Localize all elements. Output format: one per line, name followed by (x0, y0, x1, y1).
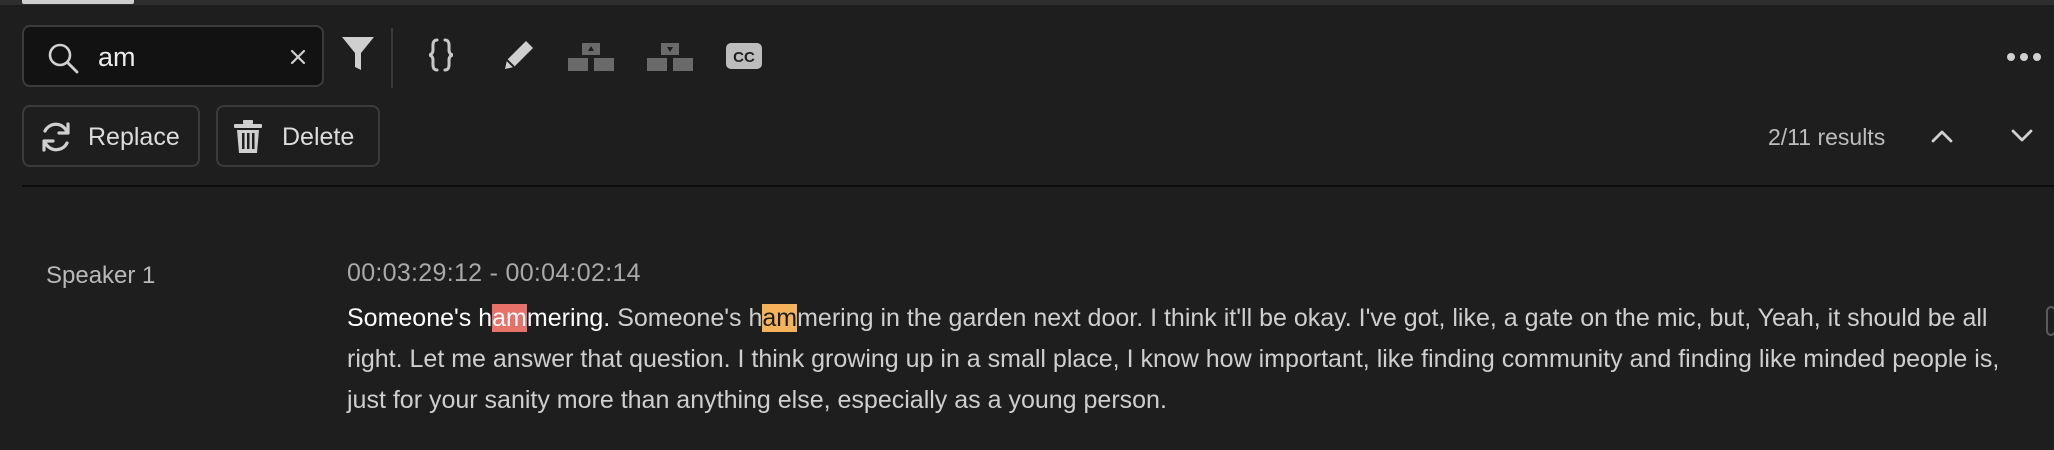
active-word-segment: Someone's hammering. (347, 304, 611, 332)
refresh-icon (42, 122, 70, 152)
previous-result-icon[interactable] (1930, 128, 1954, 144)
delete-button[interactable]: Delete (216, 105, 380, 167)
scrollbar-thumb[interactable] (2046, 306, 2054, 336)
more-options-icon[interactable] (2006, 52, 2042, 62)
results-count: 2/11 results (1768, 124, 1886, 150)
match-highlight: am (762, 304, 798, 332)
transcript-text[interactable]: Someone's hammering. Someone's hammering… (347, 298, 2027, 421)
replace-button-label: Replace (88, 123, 180, 151)
search-input[interactable] (96, 37, 280, 77)
pencil-icon[interactable] (502, 38, 536, 72)
filter-icon[interactable] (340, 34, 376, 74)
speaker-label[interactable]: Speaker 1 (46, 262, 155, 290)
search-box[interactable] (22, 25, 324, 87)
current-match-highlight: am (492, 304, 527, 332)
cc-icon[interactable]: CC (725, 42, 763, 70)
trash-icon (234, 120, 262, 153)
timecode-range: 00:03:29:12 - 00:04:02:14 (347, 259, 641, 287)
toolbar-separator (391, 28, 393, 88)
section-divider (22, 185, 2054, 187)
top-border (0, 0, 2054, 5)
next-result-icon[interactable] (2010, 128, 2034, 144)
delete-button-label: Delete (282, 123, 355, 151)
clear-search-icon[interactable] (286, 45, 310, 69)
search-icon (48, 43, 79, 74)
split-icon[interactable] (646, 42, 694, 72)
braces-icon[interactable] (426, 38, 456, 72)
merge-icon[interactable] (567, 42, 615, 72)
replace-button[interactable]: Replace (22, 105, 200, 167)
active-tab-indicator (22, 0, 134, 4)
svg-text:CC: CC (733, 49, 755, 66)
